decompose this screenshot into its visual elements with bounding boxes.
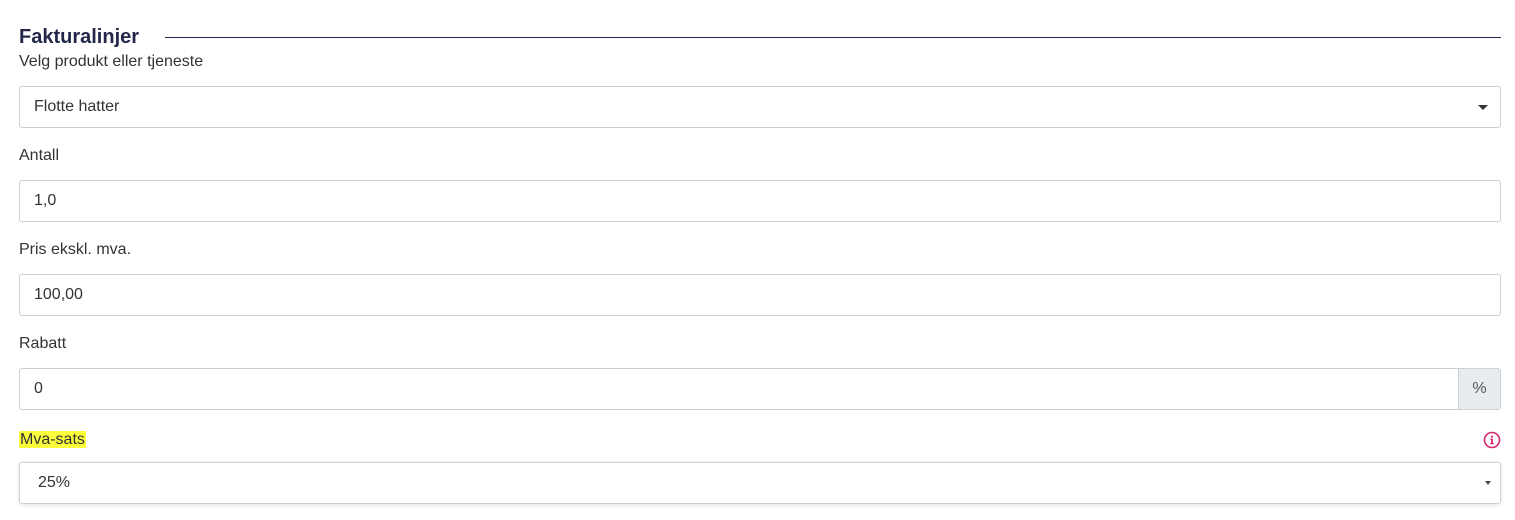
invoice-lines-section: Fakturalinjer [19,22,1501,52]
vat-select-value: 25% [38,474,71,491]
vat-label-text: Mva-sats [19,431,86,448]
vat-select[interactable]: 25% [19,462,1501,504]
price-input-value: 100,00 [34,286,83,303]
product-label: Velg produkt eller tjeneste [19,53,204,70]
quantity-field: Antall 1,0 [19,146,1501,222]
discount-input[interactable]: 0 % [19,368,1501,410]
discount-label: Rabatt [19,335,67,352]
vat-label: Mva-sats [19,430,1501,450]
product-select[interactable]: Flotte hatter [19,86,1501,128]
price-label: Pris ekskl. mva. [19,241,132,258]
section-header: Fakturalinjer [19,22,1501,52]
vat-field: Mva-sats 25% [19,430,1501,504]
discount-field: Rabatt 0 % [19,334,1501,410]
price-field: Pris ekskl. mva. 100,00 [19,240,1501,316]
info-circle-icon[interactable] [1483,431,1501,449]
quantity-input[interactable]: 1,0 [19,180,1501,222]
price-input[interactable]: 100,00 [19,274,1501,316]
product-field: Velg produkt eller tjeneste Flotte hatte… [19,52,1501,128]
product-select-value: Flotte hatter [34,98,120,115]
percent-addon: % [1458,369,1500,409]
quantity-label: Antall [19,147,60,164]
section-title: Fakturalinjer [19,25,140,48]
quantity-input-value: 1,0 [34,192,57,209]
section-divider [165,36,1501,38]
chevron-down-icon [1478,105,1488,110]
chevron-down-icon [1485,481,1491,485]
discount-input-value: 0 [34,380,43,397]
